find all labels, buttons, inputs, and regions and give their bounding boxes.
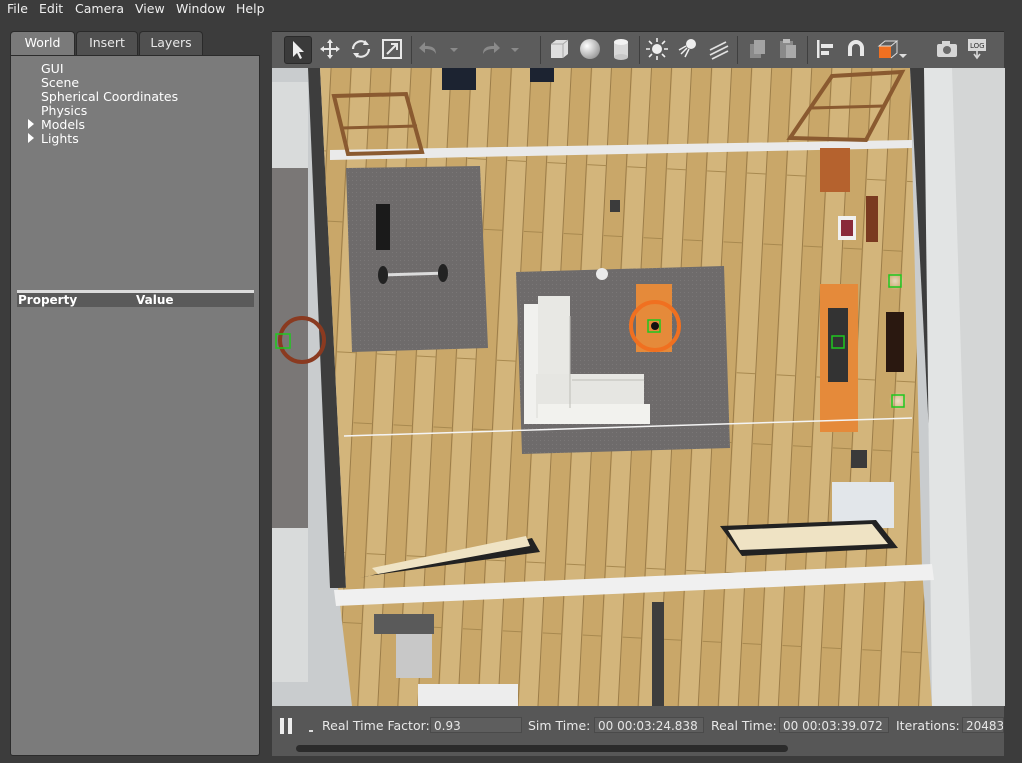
pause-icon [288, 718, 292, 734]
undo-icon [419, 42, 436, 54]
tree-item-physics[interactable]: Physics [41, 103, 87, 118]
menu-help[interactable]: Help [236, 1, 265, 16]
real-time-field: 00 00:03:39.072 [779, 717, 889, 733]
toolbar-separator [540, 36, 541, 64]
undo-history-button[interactable] [448, 36, 460, 62]
log-icon: LOG [968, 39, 986, 60]
box-shape-button[interactable] [546, 36, 572, 62]
paste-icon [780, 39, 796, 58]
scene-viewport[interactable] [272, 68, 1005, 706]
log-button[interactable]: LOG [965, 36, 991, 62]
box-icon [551, 39, 569, 58]
spot-light-icon [678, 39, 696, 58]
camera-icon [937, 41, 957, 57]
toolbar-separator [411, 36, 412, 64]
menu-edit[interactable]: Edit [39, 1, 63, 16]
sim-time-field: 00 00:03:24.838 [594, 717, 704, 733]
pause-button[interactable] [280, 718, 294, 734]
value-column-header: Value [136, 293, 174, 307]
menu-view[interactable]: View [135, 1, 165, 16]
tree-item-gui[interactable]: GUI [41, 61, 64, 76]
magnet-icon [848, 40, 864, 56]
align-icon [817, 40, 833, 58]
world-panel: GUI Scene Spherical Coordinates Physics … [10, 55, 260, 756]
status-bar: Real Time Factor: 0.93 Sim Time: 00 00:0… [272, 706, 1004, 756]
sphere-shape-button[interactable] [577, 36, 603, 62]
sim-time-label: Sim Time: [528, 718, 591, 733]
cylinder-icon [614, 39, 628, 60]
select-mode-button[interactable] [284, 36, 312, 64]
tree-item-lights[interactable]: Lights [41, 131, 79, 146]
rotate-mode-button[interactable] [348, 36, 374, 62]
undo-button[interactable] [416, 36, 442, 62]
chevron-down-icon [511, 48, 519, 52]
property-column-header: Property [18, 293, 78, 307]
toolbar-separator [737, 36, 738, 64]
view-angle-button[interactable] [875, 36, 909, 62]
tree-item-spherical-coordinates[interactable]: Spherical Coordinates [41, 89, 178, 104]
view-cube-icon [877, 40, 907, 59]
cylinder-shape-button[interactable] [608, 36, 634, 62]
spot-light-button[interactable] [675, 36, 701, 62]
menu-window[interactable]: Window [176, 1, 225, 16]
iterations-label: Iterations: [896, 718, 960, 733]
paste-button[interactable] [775, 36, 801, 62]
menu-file[interactable]: File [7, 1, 28, 16]
expand-lights-icon[interactable] [28, 133, 34, 143]
scale-mode-button[interactable] [379, 36, 405, 62]
tree-item-models[interactable]: Models [41, 117, 85, 132]
copy-button[interactable] [744, 36, 770, 62]
iterations-field: 20483 [962, 717, 1004, 733]
arrow-cursor-icon [293, 41, 304, 59]
toolbar-separator [639, 36, 640, 64]
move-arrows-icon [320, 39, 340, 59]
toolbar-separator [807, 36, 808, 64]
copy-icon [750, 40, 765, 58]
svg-text:LOG: LOG [970, 42, 985, 50]
sphere-icon [580, 39, 600, 59]
translate-mode-button[interactable] [317, 36, 343, 62]
property-header: Property Value [17, 293, 254, 307]
real-time-factor-field: 0.93 [430, 717, 522, 733]
step-button[interactable] [309, 730, 313, 732]
scale-icon [382, 39, 402, 59]
pause-icon [280, 718, 284, 734]
tab-world[interactable]: World [10, 31, 75, 56]
tree-item-scene[interactable]: Scene [41, 75, 79, 90]
toolbar: LOG [272, 31, 1004, 68]
tab-insert[interactable]: Insert [76, 31, 138, 55]
real-time-label: Real Time: [711, 718, 777, 733]
screenshot-button[interactable] [934, 36, 960, 62]
directional-light-icon [709, 41, 729, 60]
rotate-icon [351, 40, 371, 58]
expand-models-icon[interactable] [28, 119, 34, 129]
real-time-factor-label: Real Time Factor: [322, 718, 430, 733]
horizontal-scrollbar[interactable] [296, 745, 788, 752]
tab-layers[interactable]: Layers [139, 31, 203, 55]
chevron-down-icon [450, 48, 458, 52]
redo-button[interactable] [477, 36, 503, 62]
snap-button[interactable] [843, 36, 869, 62]
redo-history-button[interactable] [509, 36, 521, 62]
point-light-button[interactable] [644, 36, 670, 62]
menu-bar: File Edit Camera View Window Help [0, 0, 1022, 18]
sun-icon [646, 38, 668, 60]
align-button[interactable] [812, 36, 838, 62]
menu-camera[interactable]: Camera [75, 1, 124, 16]
directional-light-button[interactable] [706, 36, 732, 62]
scene-render [272, 68, 1005, 706]
redo-icon [483, 42, 500, 54]
